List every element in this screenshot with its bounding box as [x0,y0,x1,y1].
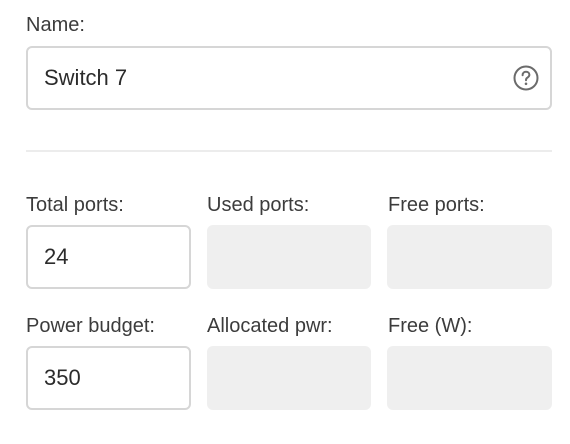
section-divider [26,150,552,152]
total-ports-value: 24 [44,244,69,269]
total-ports-label: Total ports: [26,194,124,216]
allocated-power-field [207,346,371,410]
question-circle-icon[interactable] [512,64,540,92]
free-power-label: Free (W): [388,315,473,337]
used-ports-field [207,225,371,289]
free-ports-label: Free ports: [388,194,485,216]
allocated-power-label: Allocated pwr: [207,315,333,337]
power-budget-input[interactable]: 350 [26,346,191,410]
free-power-field [387,346,552,410]
total-ports-input[interactable]: 24 [26,225,191,289]
power-budget-value: 350 [44,365,81,390]
power-budget-label: Power budget: [26,315,155,337]
free-ports-field [387,225,552,289]
name-input[interactable]: Switch 7 [26,46,552,110]
used-ports-label: Used ports: [207,194,310,216]
name-input-value: Switch 7 [44,65,128,90]
name-label: Name: [26,14,85,36]
